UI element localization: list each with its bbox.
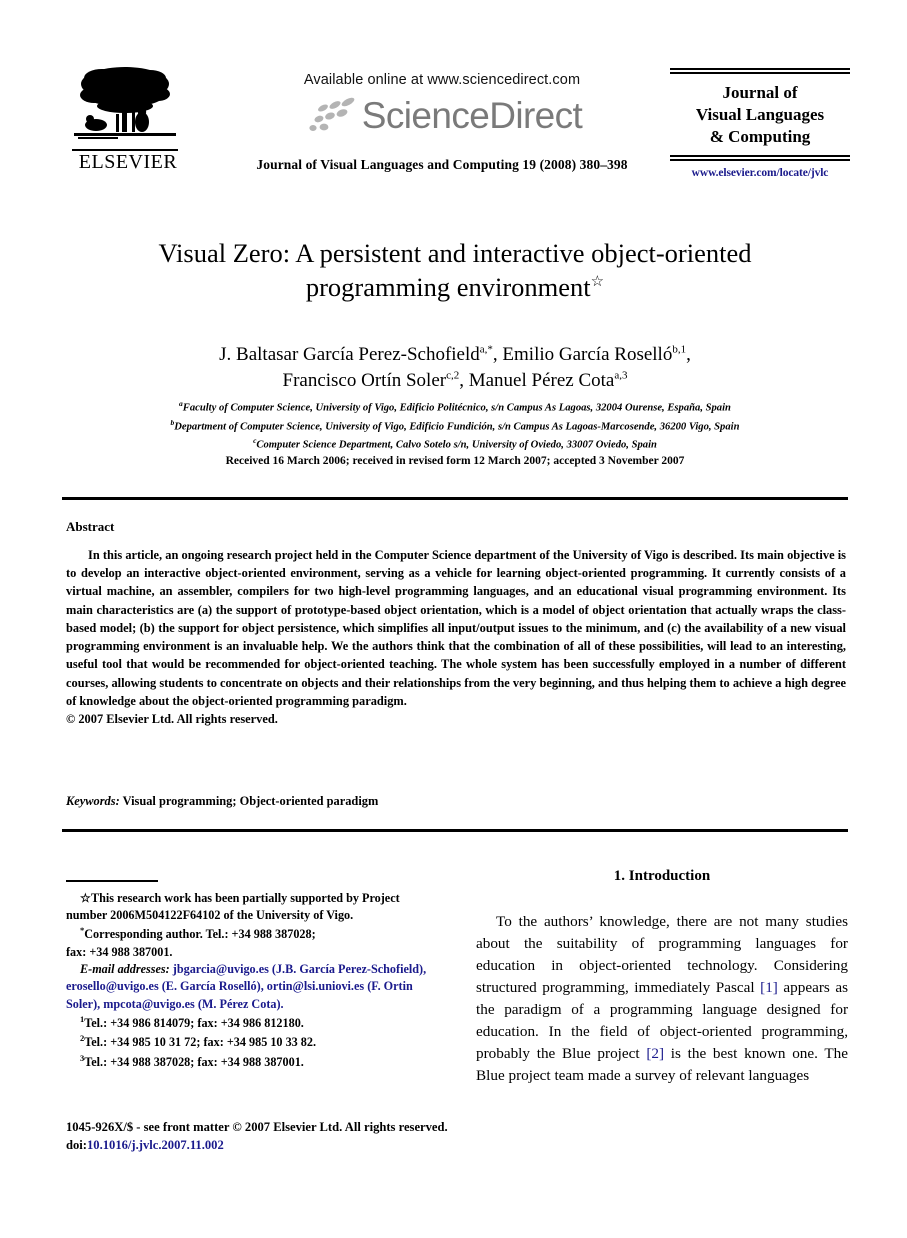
author-list: J. Baltasar García Perez-Schofielda,*, E… [90,342,820,393]
journal-box-title-line2: Visual Languages [695,104,825,124]
email-addresses-label: E-mail addresses: [80,961,170,976]
introduction-paragraph: To the authors’ knowledge, there are not… [476,911,848,1087]
journal-box-top-rule [670,68,850,74]
issn-copyright-line: 1045-926X/$ - see front matter © 2007 El… [66,1120,448,1134]
email-owner-1: (J.B. García Perez-Schofield), [271,961,427,976]
journal-homepage-link[interactable]: www.elsevier.com/locate/jvlc [670,167,850,179]
abstract-copyright: © 2007 Elsevier Ltd. All rights reserved… [66,712,278,727]
sciencedirect-wordmark: ScienceDirect [361,94,583,136]
doi-link[interactable]: 10.1016/j.jvlc.2007.11.002 [87,1138,224,1152]
footnote-funding: ☆This research work has been partially s… [66,890,434,925]
journal-box-title: Journal of Visual Languages & Computing [670,82,850,147]
email-owner-4: (M. Pérez Cota). [197,996,284,1011]
received-dates: Received 16 March 2006; received in revi… [225,455,685,467]
keywords-label: Keywords: [66,794,120,808]
abstract-top-rule [62,497,848,500]
introduction-column: 1. Introduction To the authors’ knowledg… [476,868,848,1087]
footnotes: ☆This research work has been partially s… [66,890,434,1072]
journal-box-title-line3: & Computing [709,126,811,146]
footnote-tel-2: 2Tel.: +34 985 10 31 72; fax: +34 985 10… [66,1032,434,1051]
abstract-heading: Abstract [66,519,115,534]
title-footnote-star-icon: ☆ [590,274,605,291]
email-address-4[interactable]: mpcota@uvigo.es [103,997,195,1011]
doi-label: doi: [66,1138,87,1153]
footnote-tel-1: 1Tel.: +34 986 814079; fax: +34 986 8121… [66,1013,434,1032]
email-address-3[interactable]: ortin@lsi.uniovi.es [267,979,364,993]
footnote-emails: E-mail addresses: jbgarcia@uvigo.es (J.B… [66,961,434,1013]
author-line1-end: , [686,344,691,365]
citation-ref-2[interactable]: [2] [646,1045,664,1062]
footnote-star-marker: ☆ [80,890,91,905]
footnote-corresponding: *Corresponding author. Tel.: +34 988 387… [66,924,434,943]
footnote-tel-1-text: Tel.: +34 986 814079; fax: +34 986 81218… [84,1016,304,1031]
affiliations: aFaculty of Computer Science, University… [70,398,840,454]
author-sep-1: , Emilio García Roselló [492,344,673,365]
affiliation-a: aFaculty of Computer Science, University… [70,398,840,417]
author-sep-2: , Manuel Pérez Cota [459,369,615,391]
footnote-funding-text: This research work has been partially su… [66,890,400,922]
affiliation-c: cComputer Science Department, Calvo Sote… [70,435,840,454]
abstract-paragraph: In this article, an ongoing research pro… [66,548,846,708]
affiliation-b: bDepartment of Computer Science, Univers… [70,417,840,436]
journal-article-first-page: ELSEVIER Available online at www.science… [0,0,907,1238]
author-name-1: J. Baltasar García Perez-Schofield [219,344,480,365]
introduction-body: To the authors’ knowledge, there are not… [476,911,848,1087]
article-title-line2: programming environment [305,272,591,303]
footnote-tel-3: 3Tel.: +34 988 387028; fax: +34 988 3870… [66,1052,434,1071]
journal-title-box: Journal of Visual Languages & Computing … [670,68,850,179]
footnote-column: ☆This research work has been partially s… [66,880,434,1071]
journal-box-title-line1: Journal of [722,83,798,102]
sciencedirect-block: Available online at www.sciencedirect.co… [192,62,692,173]
author-affil-marker-4: a,3 [614,369,628,382]
journal-citation-line: Journal of Visual Languages and Computin… [256,157,628,172]
affiliation-b-text: Department of Computer Science, Universi… [174,421,740,433]
doi-line: doi:10.1016/j.jvlc.2007.11.002 [66,1136,666,1154]
footnote-tel-3-text: Tel.: +34 988 387028; fax: +34 988 38700… [84,1054,304,1069]
journal-box-bottom-rule [670,155,850,162]
page-title: Visual Zero: A persistent and interactiv… [100,236,810,305]
sciencedirect-swoosh-icon [309,97,355,131]
keywords-value: Visual programming; Object-oriented para… [122,794,379,808]
article-title-line1: Visual Zero: A persistent and interactiv… [158,238,752,268]
author-affil-marker-3: c,2 [446,369,460,382]
section-heading-introduction: 1. Introduction [613,868,711,884]
author-name-3: Francisco Ortín Soler [282,369,447,391]
email-address-1[interactable]: jbgarcia@uvigo.es [173,962,269,976]
affiliation-a-text: Faculty of Computer Science, University … [182,402,731,414]
footnote-corresponding-text: Corresponding author. Tel.: +34 988 3870… [84,927,316,942]
author-line-2: Francisco Ortín Solerc,2, Manuel Pérez C… [90,368,820,394]
elsevier-tree-icon [74,67,176,139]
author-line-1: J. Baltasar García Perez-Schofielda,*, E… [90,342,820,368]
elsevier-logo: ELSEVIER [72,62,184,172]
author-affil-marker-1: a,* [479,343,493,356]
elsevier-wordmark: ELSEVIER [78,151,178,173]
affiliation-c-text: Computer Science Department, Calvo Sotel… [256,439,657,451]
email-address-2[interactable]: erosello@uvigo.es [66,979,159,993]
abstract-body: In this article, an ongoing research pro… [66,546,846,728]
footnote-separator-rule [66,880,158,882]
author-affil-marker-2: b,1 [672,343,687,356]
keywords-line: Keywords: Visual programming; Object-ori… [66,794,378,809]
sciencedirect-logo: ScienceDirect [192,95,692,135]
masthead: ELSEVIER Available online at www.science… [72,62,850,202]
abstract-bottom-rule [62,829,848,832]
footnote-tel-2-text: Tel.: +34 985 10 31 72; fax: +34 985 10 … [84,1035,317,1050]
page-footer: 1045-926X/$ - see front matter © 2007 El… [66,1118,666,1155]
available-online-text: Available online at www.sciencedirect.co… [303,72,581,88]
email-owner-2: (E. García Roselló), [161,979,264,994]
article-title-block: Visual Zero: A persistent and interactiv… [100,236,810,305]
citation-ref-1[interactable]: [1] [760,979,778,996]
footnote-fax: fax: +34 988 387001. [66,944,173,959]
